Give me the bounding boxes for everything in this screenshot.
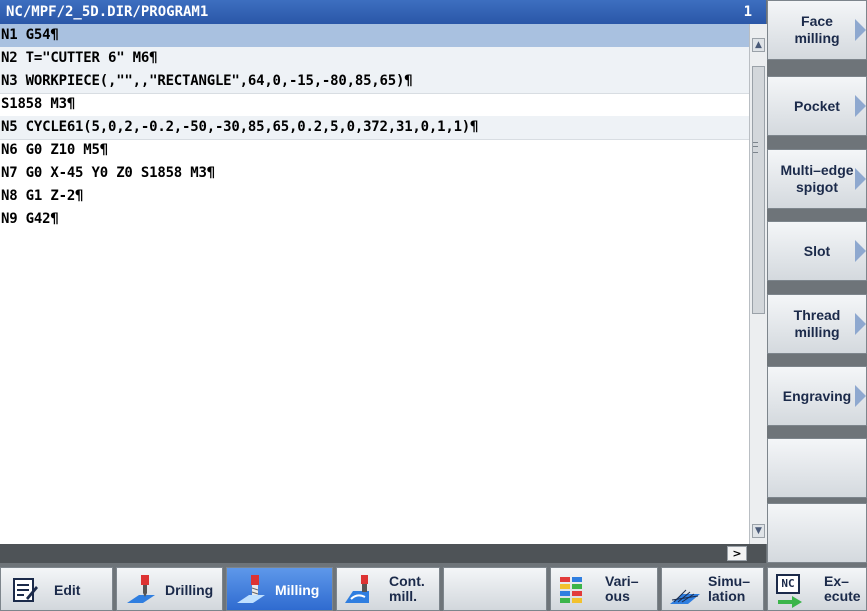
status-strip: > [0, 544, 766, 563]
code-line[interactable]: N3 WORKPIECE(,"",,"RECTANGLE",64,0,-15,-… [0, 70, 749, 94]
code-line[interactable]: S1858 M3¶ [0, 93, 749, 117]
softkey-label: Drilling [165, 582, 214, 598]
milling-icon [237, 575, 265, 603]
softkey-label: Engraving [782, 387, 852, 404]
contour-milling-softkey[interactable]: Cont. mill. [336, 567, 440, 611]
nc-icon: NC [776, 574, 800, 594]
empty-softkey-7[interactable] [767, 438, 867, 498]
softkey-label: Simu– lation [708, 573, 751, 604]
thread-milling-softkey[interactable]: Thread milling [767, 294, 867, 354]
softkey-label: Vari– ous [605, 573, 639, 604]
code-line[interactable]: N9 G42¶ [0, 208, 749, 231]
various-icon [560, 577, 582, 603]
scroll-down-icon[interactable]: ▼ [752, 524, 765, 538]
milling-softkey[interactable]: Milling [226, 567, 333, 611]
submenu-arrow-icon [855, 240, 866, 262]
more-indicator[interactable]: > [727, 546, 747, 561]
code-line[interactable]: N1 G54¶ [0, 24, 749, 47]
softkey-label: Milling [275, 582, 320, 598]
code-line[interactable]: N5 CYCLE61(5,0,2,-0.2,-50,-30,85,65,0.2,… [0, 116, 749, 140]
empty-softkey-8[interactable] [767, 503, 867, 563]
pocket-softkey[interactable]: Pocket [767, 76, 867, 136]
grip-icon [753, 142, 758, 153]
code-line[interactable]: N7 G0 X-45 Y0 Z0 S1858 M3¶ [0, 162, 749, 185]
channel-number: 1 [743, 4, 752, 20]
contour-milling-icon [345, 575, 369, 603]
scroll-up-icon[interactable]: ▲ [752, 38, 765, 52]
code-area[interactable]: N1 G54¶ N2 T="CUTTER 6" M6¶ N3 WORKPIECE… [0, 24, 749, 544]
code-line[interactable]: N2 T="CUTTER 6" M6¶ [0, 47, 749, 71]
code-text: N9 G42¶ [1, 211, 59, 227]
scrollbar-thumb[interactable] [752, 66, 765, 314]
simulation-softkey[interactable]: Simu– lation [661, 567, 764, 611]
softkey-label: Pocket [794, 97, 840, 114]
code-text: N6 G0 Z10 M5¶ [1, 142, 108, 158]
softkey-label: Cont. mill. [389, 573, 425, 604]
program-path: NC/MPF/2_5D.DIR/PROGRAM1 [6, 4, 209, 20]
code-text: N1 G54¶ [1, 27, 59, 43]
multi-edge-spigot-softkey[interactable]: Multi–edge spigot [767, 149, 867, 209]
empty-horizontal-softkey[interactable] [443, 567, 547, 611]
drilling-softkey[interactable]: Drilling [116, 567, 223, 611]
code-text: S1858 M3¶ [1, 96, 76, 112]
program-editor: NC/MPF/2_5D.DIR/PROGRAM1 1 N1 G54¶ N2 T=… [0, 0, 767, 563]
submenu-arrow-icon [855, 19, 866, 41]
code-text: N5 CYCLE61(5,0,2,-0.2,-50,-30,85,65,0.2,… [1, 119, 479, 135]
slot-softkey[interactable]: Slot [767, 221, 867, 281]
submenu-arrow-icon [855, 313, 866, 335]
code-line[interactable]: N8 G1 Z-2¶ [0, 185, 749, 208]
various-softkey[interactable]: Vari– ous [550, 567, 658, 611]
code-text: N2 T="CUTTER 6" M6¶ [1, 50, 158, 66]
code-text: N3 WORKPIECE(,"",,"RECTANGLE",64,0,-15,-… [1, 73, 413, 89]
softkey-label: Edit [54, 582, 81, 598]
code-text: N7 G0 X-45 Y0 Z0 S1858 M3¶ [1, 165, 215, 181]
editor-title-bar: NC/MPF/2_5D.DIR/PROGRAM1 1 [0, 0, 766, 24]
softkey-label: Slot [803, 242, 831, 259]
face-milling-softkey[interactable]: Face milling [767, 0, 867, 60]
submenu-arrow-icon [855, 168, 866, 190]
engraving-softkey[interactable]: Engraving [767, 366, 867, 426]
simulation-icon [670, 589, 700, 604]
edit-icon [13, 578, 38, 602]
execute-softkey[interactable]: NC Ex– ecute [767, 567, 867, 611]
drilling-icon [127, 575, 155, 603]
submenu-arrow-icon [855, 385, 866, 407]
arrow-right-icon [778, 596, 802, 608]
code-line[interactable]: N6 G0 Z10 M5¶ [0, 139, 749, 162]
edit-softkey[interactable]: Edit [0, 567, 113, 611]
softkey-label: Thread milling [793, 307, 841, 340]
softkey-label: Multi–edge spigot [780, 162, 854, 195]
vertical-scrollbar[interactable]: ▲ ▼ [749, 24, 767, 544]
submenu-arrow-icon [855, 95, 866, 117]
softkey-label: Face milling [794, 13, 840, 46]
softkey-label: Ex– ecute [824, 573, 861, 604]
code-text: N8 G1 Z-2¶ [1, 188, 84, 204]
